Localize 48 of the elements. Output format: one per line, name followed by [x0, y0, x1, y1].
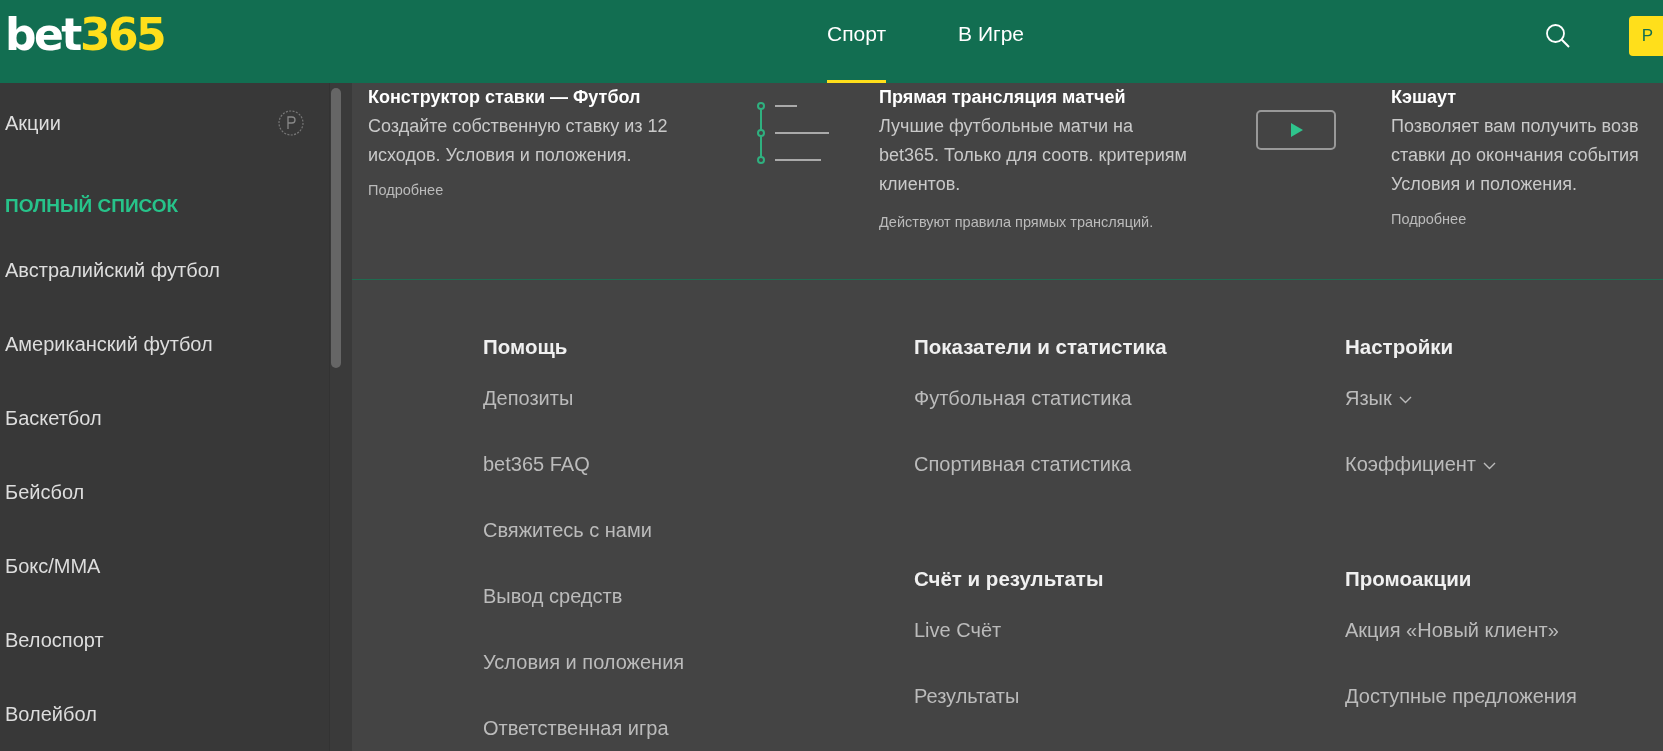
- footer-link[interactable]: Доступные предложения: [1345, 685, 1577, 751]
- footer-link[interactable]: Коэффициент: [1345, 453, 1496, 519]
- more-link[interactable]: Подробнее: [368, 182, 444, 198]
- logo[interactable]: bet365: [5, 9, 827, 60]
- footer-link[interactable]: Вывод средств: [483, 585, 623, 651]
- nav-tab[interactable]: В Игре: [958, 0, 1024, 83]
- footer-heading: Настройки: [1345, 335, 1455, 360]
- sidebar-item[interactable]: Американский футбол: [0, 307, 329, 381]
- sidebar-item[interactable]: Акции: [5, 86, 61, 160]
- footer-link[interactable]: Условия и положения: [483, 651, 685, 717]
- sidebar-item[interactable]: Велоспорт: [0, 603, 329, 677]
- sidebar-item[interactable]: Бокс/MMA: [0, 529, 329, 603]
- sidebar-item[interactable]: Волейбол: [0, 677, 329, 751]
- footer-link[interactable]: Акция «Новый клиент»: [1345, 619, 1559, 685]
- footer-link[interactable]: Язык: [1345, 387, 1412, 453]
- footer-link[interactable]: Депозиты: [483, 387, 574, 453]
- sidebar-item[interactable]: Баскетбол: [0, 381, 329, 455]
- more-link[interactable]: Подробнее: [1391, 211, 1467, 227]
- promo-description: Создайте собственную ставку из 12 исходов. Условия и положения.: [368, 115, 669, 167]
- footer-heading: Промоакции: [1345, 567, 1473, 592]
- signup-button[interactable]: Р: [1628, 15, 1663, 56]
- promo-note: Действуют правила прямых трансляций.: [879, 214, 1155, 230]
- footer-link[interactable]: Свяжитесь с нами: [483, 519, 652, 585]
- chevron-down-icon[interactable]: [1483, 462, 1496, 470]
- footer-link[interactable]: Live Счёт: [914, 619, 1002, 685]
- search-icon[interactable]: [1544, 22, 1571, 49]
- footer-link[interactable]: Футбольная статистика: [914, 387, 1132, 453]
- promo-title: Конструктор ставки — Футбол: [368, 87, 642, 109]
- chevron-down-icon[interactable]: [1398, 396, 1412, 404]
- footer-link[interactable]: Результаты: [914, 685, 1020, 751]
- coin-icon: [277, 109, 305, 137]
- scrollbar-thumb[interactable]: [331, 88, 341, 368]
- play-icon: [1256, 110, 1336, 150]
- footer-link[interactable]: Ответственная игра: [483, 717, 669, 751]
- timeline-icon: [757, 102, 829, 166]
- promo-description: Лучшие футбольные матчи на bet365. Только для соотв. критериям клиентов.: [879, 115, 1188, 196]
- sidebar-item[interactable]: Бейсбол: [0, 455, 329, 529]
- footer-heading: Показатели и статистика: [914, 335, 1168, 360]
- nav-tab[interactable]: Спорт: [827, 0, 887, 83]
- promo-title: Кэшаут: [1391, 87, 1457, 109]
- footer-heading: Помощь: [483, 335, 569, 360]
- section-heading: ПОЛНЫЙ СПИСОК: [4, 194, 180, 218]
- sidebar-item[interactable]: Австралийский футбол: [0, 233, 329, 307]
- promo-description: Позволяет вам получить возв ставки до окончания события Условия и положения.: [1391, 115, 1640, 196]
- footer-link[interactable]: bet365 FAQ: [483, 453, 590, 519]
- promo-title: Прямая трансляция матчей: [879, 87, 1127, 109]
- footer-heading: Счёт и результаты: [914, 567, 1105, 592]
- footer-link[interactable]: Спортивная статистика: [914, 453, 1132, 519]
